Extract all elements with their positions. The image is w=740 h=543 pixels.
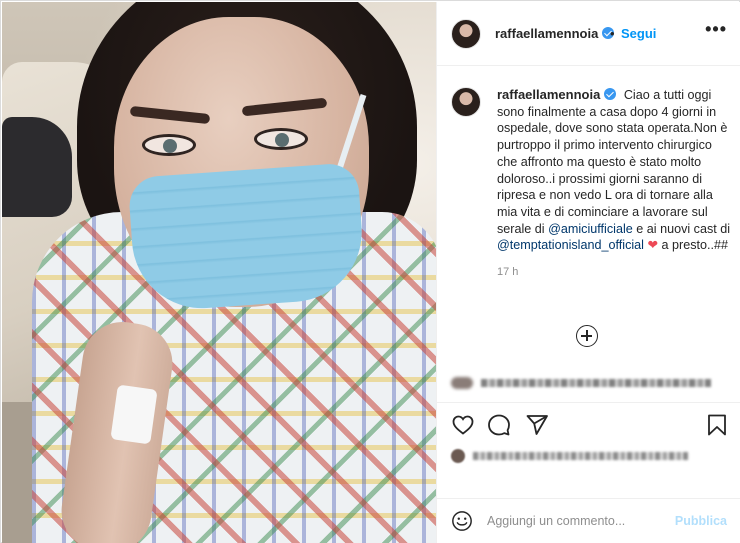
photo-left-eye [142,134,196,156]
post-frame: raffaellamennoia • Segui ••• raffaellame… [0,0,740,543]
comments-section[interactable]: raffaellamennoia Ciao a tutti oggi sono … [437,67,740,372]
header-separator: • [610,26,615,41]
blurred-likes [451,449,691,463]
username-link[interactable]: raffaellamennoia [495,26,615,41]
caption-text: raffaellamennoia Ciao a tutti oggi sono … [497,87,735,254]
blurred-comment-text [481,379,711,387]
emoji-icon[interactable] [451,510,473,532]
red-heart-emoji: ❤ [647,238,659,253]
caption-username[interactable]: raffaellamennoia [497,87,617,102]
comment-input[interactable] [487,510,672,532]
caption-username-text: raffaellamennoia [497,87,601,102]
blurred-comment [451,377,721,389]
more-options-icon[interactable]: ••• [705,20,727,38]
caption-body-middle: e ai nuovi cast di [636,221,731,236]
caption-timestamp[interactable]: 17 h [497,266,735,278]
paper-plane-icon[interactable] [525,413,549,437]
photo-right-eye [254,128,308,150]
post-header: raffaellamennoia • Segui ••• [437,2,740,66]
add-comment-bar: Pubblica [437,498,740,543]
action-bar [437,402,740,446]
likes-avatar [451,449,465,463]
caption-body-end: a presto..## [661,238,729,253]
verified-badge-icon [604,88,617,100]
avatar[interactable] [451,19,481,49]
heart-icon[interactable] [451,413,475,437]
photo-dark-object [2,117,72,217]
mention-link-temptation[interactable]: @temptationisland_official [497,238,644,252]
blurred-avatar [451,377,473,389]
load-more-comments-icon[interactable] [576,325,598,347]
caption-body: Ciao a tutti oggi sono finalmente a casa… [497,88,728,236]
post-caption: raffaellamennoia Ciao a tutti oggi sono … [451,87,735,278]
follow-button[interactable]: Segui [621,26,656,41]
caption-avatar[interactable] [451,87,481,117]
post-photo[interactable] [2,2,436,543]
bookmark-icon[interactable] [705,413,729,437]
publish-button[interactable]: Pubblica [675,514,727,528]
post-side-panel: raffaellamennoia • Segui ••• raffaellame… [436,2,740,543]
photo-bandage [110,384,158,445]
blurred-likes-text [473,452,688,460]
comment-icon[interactable] [487,413,511,437]
username-text: raffaellamennoia [495,26,599,41]
mention-link-amici[interactable]: @amiciufficiale [548,222,633,236]
